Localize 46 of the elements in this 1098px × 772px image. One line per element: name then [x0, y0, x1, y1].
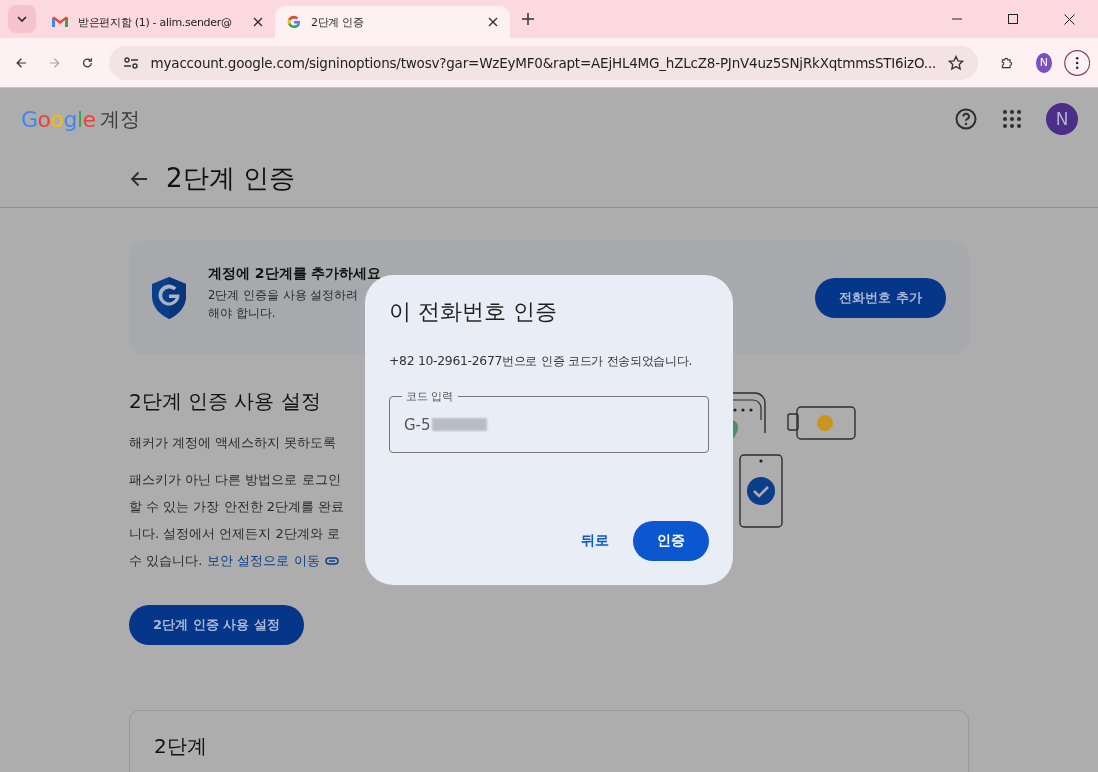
g-logo-icon [287, 15, 301, 29]
verify-button[interactable]: 인증 [633, 521, 709, 561]
address-bar[interactable]: myaccount.google.com/signinoptions/twosv?gar=WzEyMF0&rapt=AEjHL4MG_hZLcZ8-PJnV4uz5SNjRkXqtmmsSTI6izO... [108, 45, 979, 80]
help-icon[interactable] [954, 107, 978, 131]
security-settings-link[interactable]: 보안 설정으로 이동 [207, 547, 320, 574]
tab-list-button[interactable] [8, 5, 36, 33]
page-title: 2단계 인증 [166, 162, 295, 195]
dialog-message: +82 10-2961-2677번으로 인증 코드가 전송되었습니다. [389, 353, 694, 370]
field-label: 코드 입력 [402, 389, 458, 404]
apps-grid-icon[interactable] [1002, 109, 1022, 129]
account-avatar[interactable]: N [1046, 103, 1078, 135]
field-value: G-5 [404, 415, 431, 434]
banner-title: 계정에 2단계를 추가하세요 [208, 265, 382, 283]
profile-avatar[interactable]: N [1036, 52, 1052, 73]
close-icon[interactable] [253, 17, 263, 27]
section-heading: 2단계 인증 사용 설정 [129, 388, 321, 415]
star-icon[interactable] [948, 54, 965, 71]
close-icon[interactable] [1064, 13, 1075, 25]
site-settings-icon[interactable] [122, 55, 139, 70]
url-text: myaccount.google.com/signinoptions/twosv?gar=WzEyMF0&rapt=AEjHL4MG_hZLcZ8-PJnV4uz5SNjRkXqtmmsSTI6izO... [150, 54, 937, 71]
enable-two-step-button[interactable]: 2단계 인증 사용 설정 [129, 605, 304, 645]
new-tab-icon[interactable] [522, 13, 534, 25]
tab-title: 2단계 인증 [311, 14, 365, 30]
maximize-icon[interactable] [1008, 14, 1018, 24]
section-text: 해커가 계정에 액세스하지 못하도록 [129, 434, 337, 452]
banner-text: 해야 합니다. [208, 306, 277, 321]
section-text: 할 수 있는 가장 안전한 2단계를 완료 [129, 498, 345, 516]
product-name: 계정 [99, 105, 140, 133]
tab-title: 받은편지함 (1) - alim.sender@ [78, 14, 233, 30]
shield-icon [150, 275, 188, 320]
dialog-title: 이 전화번호 인증 [389, 298, 558, 326]
chevron-down-icon [17, 16, 27, 22]
banner-text: 2단계 인증을 사용 설정하려 [208, 288, 360, 303]
link-icon [324, 556, 339, 565]
back-button[interactable]: 뒤로 [575, 524, 615, 558]
close-icon[interactable] [488, 17, 498, 27]
card-title: 2단계 [154, 734, 207, 758]
back-arrow-icon[interactable] [130, 170, 148, 187]
reload-icon[interactable] [81, 55, 93, 70]
browser-tab[interactable]: 2단계 인증 [275, 6, 510, 38]
section-text: 패스키가 아닌 다른 방법으로 로그인 [129, 471, 341, 489]
mail-icon [52, 16, 68, 28]
browser-tab[interactable]: 받은편지함 (1) - alim.sender@ [40, 6, 275, 38]
add-phone-button[interactable]: 전화번호 추가 [815, 277, 946, 318]
section-text: 수 있습니다. [129, 552, 203, 570]
section-text: 니다. 설정에서 언제든지 2단계와 로 [129, 525, 340, 543]
